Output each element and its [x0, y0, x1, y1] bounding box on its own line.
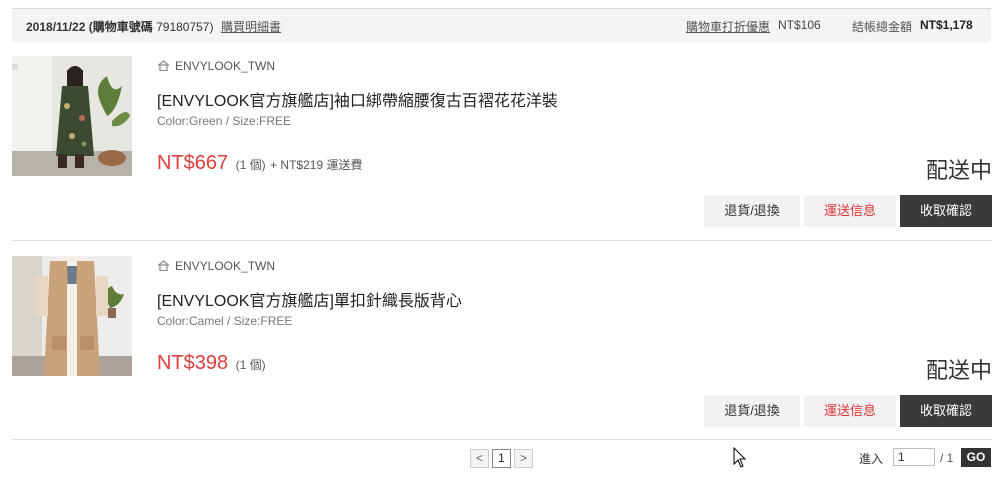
- product-price: NT$667: [157, 152, 229, 174]
- total-pages: / 1: [940, 451, 954, 465]
- product-variant: Color:Green / Size:FREE: [157, 114, 292, 128]
- product-thumbnail-dress[interactable]: [12, 56, 132, 176]
- shop-name-label: ENVYLOOK_TWN: [175, 259, 276, 273]
- go-button[interactable]: GO: [961, 448, 991, 467]
- next-page-button[interactable]: >: [514, 449, 533, 468]
- price-line: NT$667 (1 個) + NT$219 運送費: [157, 152, 362, 175]
- chevron-left-icon: <: [475, 451, 483, 465]
- delivery-status: 配送中: [925, 358, 992, 383]
- cart-number: 79180757): [156, 20, 214, 34]
- product-thumbnail-vest[interactable]: [12, 256, 132, 376]
- confirm-receipt-button[interactable]: 收取確認: [900, 395, 992, 427]
- cart-number-label: (購物車號碼: [88, 20, 153, 34]
- shop-name-label: ENVYLOOK_TWN: [175, 59, 276, 73]
- order-date: 2018/11/22 (購物車號碼 79180757): [26, 18, 213, 35]
- discount-amount: NT$106: [778, 18, 821, 32]
- total-amount: NT$1,178: [920, 18, 973, 32]
- product-title[interactable]: [ENVYLOOK官方旗艦店]袖口綁帶縮腰復古百褶花花洋裝: [157, 87, 558, 111]
- return-exchange-button[interactable]: 退貨/退換: [704, 395, 800, 427]
- prev-page-button[interactable]: <: [470, 449, 489, 468]
- confirm-receipt-button[interactable]: 收取確認: [900, 195, 992, 227]
- cart-discount-link[interactable]: 購物車打折優惠: [686, 18, 770, 35]
- mouse-cursor-icon: [733, 447, 747, 468]
- purchase-detail-link[interactable]: 購買明細書: [221, 18, 281, 35]
- shipping-info-button[interactable]: 運送信息: [804, 395, 896, 427]
- order-header: 2018/11/22 (購物車號碼 79180757) 購買明細書 購物車打折優…: [12, 8, 991, 42]
- side-marker: [12, 64, 18, 70]
- shipping-fee: + NT$219 運送費: [270, 158, 363, 172]
- product-quantity: (1 個): [235, 358, 266, 372]
- item-divider: [12, 240, 992, 241]
- product-quantity: (1 個): [235, 158, 266, 172]
- chevron-right-icon: >: [519, 451, 527, 465]
- product-title[interactable]: [ENVYLOOK官方旗艦店]單扣針織長版背心: [157, 287, 462, 311]
- shop-name[interactable]: ENVYLOOK_TWN: [157, 59, 275, 73]
- product-price: NT$398: [157, 352, 229, 374]
- goto-page-label: 進入: [859, 452, 884, 466]
- goto-page-input[interactable]: [893, 448, 935, 466]
- shop-name[interactable]: ENVYLOOK_TWN: [157, 259, 275, 273]
- total-label: 結帳總金額: [852, 20, 913, 34]
- price-line: NT$398 (1 個): [157, 352, 266, 375]
- order-date-value: 2018/11/22: [26, 20, 86, 34]
- return-exchange-button[interactable]: 退貨/退換: [704, 195, 800, 227]
- home-icon: [157, 60, 170, 71]
- list-bottom-divider: [12, 439, 992, 440]
- shipping-info-button[interactable]: 運送信息: [804, 195, 896, 227]
- delivery-status: 配送中: [925, 158, 992, 183]
- home-icon: [157, 260, 170, 271]
- current-page-button[interactable]: 1: [492, 449, 511, 468]
- product-variant: Color:Camel / Size:FREE: [157, 314, 293, 328]
